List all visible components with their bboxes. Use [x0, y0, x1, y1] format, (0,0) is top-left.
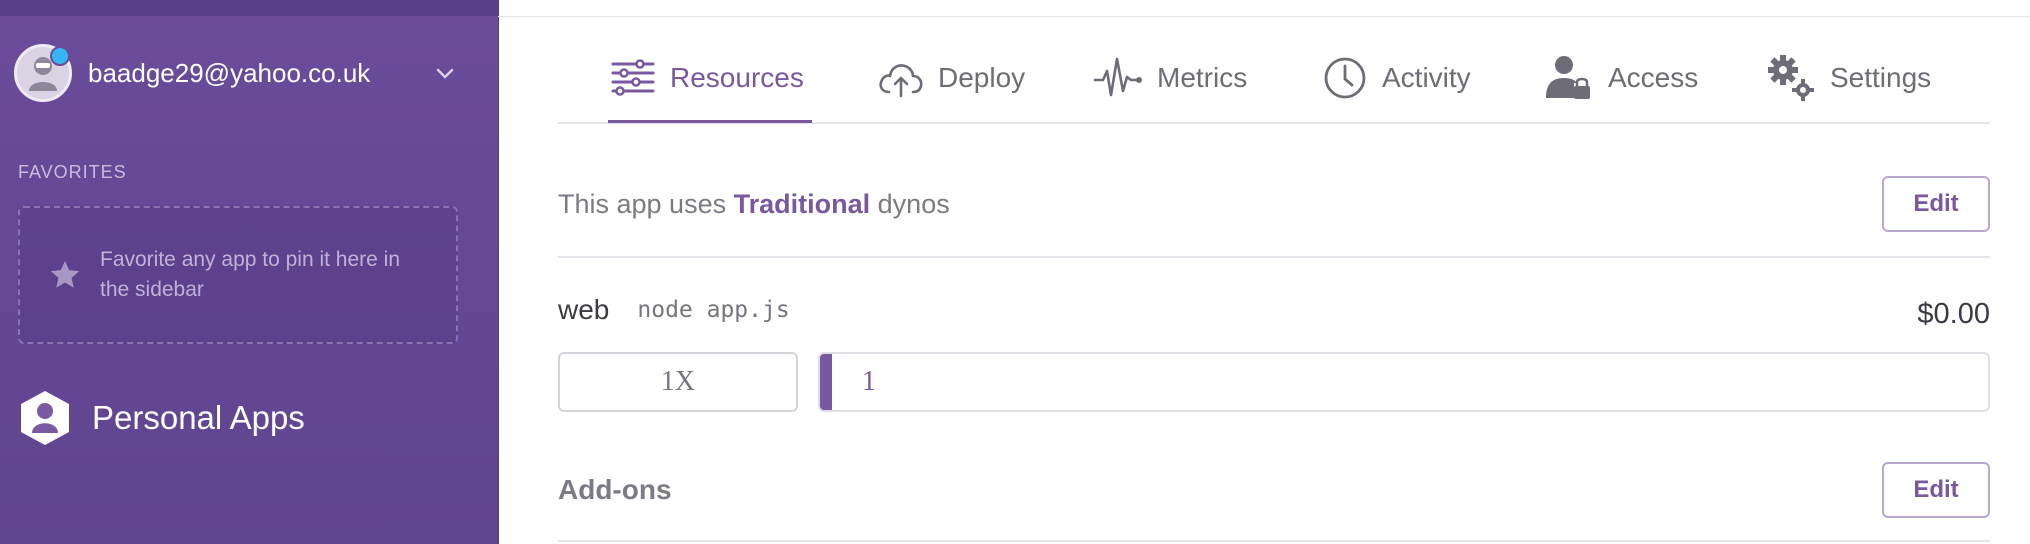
deploy-cloud-icon	[879, 64, 923, 98]
process-command: node app.js	[637, 297, 790, 323]
sidebar-top-strip	[0, 0, 498, 16]
dyno-size-value: 1X	[660, 366, 696, 397]
process-name: web	[558, 294, 610, 325]
tab-resources-label: Resources	[670, 62, 804, 93]
addons-row: Add-ons Edit	[558, 462, 1990, 518]
personal-apps-link[interactable]: Personal Apps	[18, 390, 305, 446]
dyno-count-slider[interactable]: 1	[818, 352, 1990, 412]
metrics-pulse-icon	[1093, 57, 1142, 97]
account-email: baadge29@yahoo.co.uk	[88, 57, 371, 88]
tab-activity[interactable]: Activity	[1322, 48, 1471, 108]
avatar[interactable]	[14, 44, 72, 102]
access-user-lock-icon	[1546, 56, 1590, 99]
dyno-count-value: 1	[862, 366, 876, 397]
resources-icon	[611, 59, 655, 96]
addons-edit-button[interactable]: Edit	[1882, 462, 1990, 518]
addons-divider	[558, 540, 1990, 542]
dyno-edit-button[interactable]: Edit	[1882, 176, 1990, 232]
app-tabs: Resources Deploy Metrics Activity Access…	[558, 40, 1990, 124]
favorites-dropzone: Favorite any app to pin it here in the s…	[18, 206, 458, 344]
star-icon	[50, 260, 80, 288]
account-switcher[interactable]: baadge29@yahoo.co.uk	[14, 40, 484, 106]
tab-access-label: Access	[1608, 62, 1699, 93]
personal-apps-icon	[21, 391, 69, 445]
dyno-count-slider-fill	[820, 354, 832, 410]
section-divider	[558, 256, 1990, 258]
favorites-heading: FAVORITES	[18, 162, 127, 182]
dyno-type-row: This app uses Traditional dynos Edit	[558, 176, 1990, 232]
notification-dot	[50, 46, 70, 66]
tab-resources[interactable]: Resources	[610, 48, 804, 108]
tab-metrics-label: Metrics	[1157, 62, 1248, 93]
process-row: web node app.js $0.00	[558, 288, 1990, 332]
process-price: $0.00	[1917, 298, 1990, 330]
dyno-type-prefix: This app uses	[558, 188, 727, 219]
dyno-type-text: This app uses Traditional dynos	[558, 189, 950, 220]
tab-deploy[interactable]: Deploy	[876, 48, 1025, 108]
tab-deploy-label: Deploy	[938, 62, 1026, 93]
main-top-border	[498, 16, 2030, 17]
tab-activity-label: Activity	[1382, 62, 1471, 93]
dyno-size-select[interactable]: 1X	[558, 352, 798, 412]
tab-settings-label: Settings	[1830, 62, 1932, 93]
addons-title: Add-ons	[558, 474, 672, 505]
personal-apps-label: Personal Apps	[92, 399, 305, 436]
tab-access[interactable]: Access	[1544, 48, 1698, 108]
dyno-type-name: Traditional	[733, 188, 871, 219]
chevron-down-icon[interactable]	[430, 58, 460, 88]
tab-settings[interactable]: Settings	[1766, 48, 1931, 108]
settings-gears-icon	[1768, 55, 1814, 101]
tab-metrics[interactable]: Metrics	[1093, 48, 1247, 108]
sidebar: baadge29@yahoo.co.uk FAVORITES Favorite …	[0, 0, 499, 544]
active-tab-indicator	[608, 120, 812, 123]
favorites-empty-text: Favorite any app to pin it here in the s…	[100, 248, 401, 301]
dyno-type-suffix: dynos	[877, 188, 950, 219]
activity-clock-icon	[1324, 57, 1366, 99]
